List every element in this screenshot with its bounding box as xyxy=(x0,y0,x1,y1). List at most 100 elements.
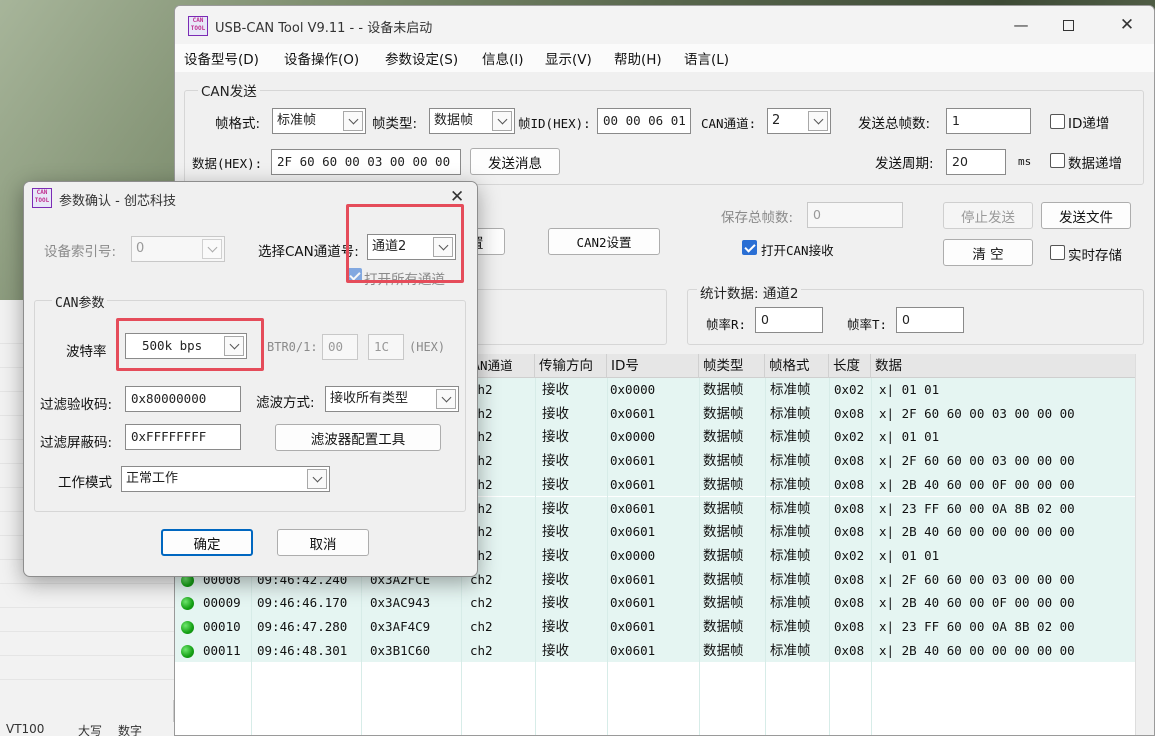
cell-type: 数据帧 xyxy=(703,405,744,422)
cell-data: x| 23 FF 60 00 0A 8B 02 00 xyxy=(879,619,1075,634)
cell-format: 标准帧 xyxy=(770,571,811,588)
cell-channel: ch2 xyxy=(470,642,493,658)
table-scrollbar[interactable] xyxy=(1135,354,1154,735)
cell-format: 标准帧 xyxy=(770,405,811,422)
data-increment-checkbox[interactable] xyxy=(1050,153,1065,168)
col-frame-format[interactable]: 帧格式 xyxy=(765,354,829,378)
data-hex-input[interactable]: 2F 60 60 00 03 00 00 00 xyxy=(271,149,461,175)
realtime-save-checkbox[interactable] xyxy=(1050,245,1065,260)
param-confirm-dialog: CAN TOOL 参数确认 - 创芯科技 ✕ 设备索引号: 0 选择CAN通道号… xyxy=(23,181,478,577)
device-index-select: 0 xyxy=(131,236,225,262)
cell-dir: 接收 xyxy=(542,547,569,564)
cell-type: 数据帧 xyxy=(703,595,744,612)
cell-len: 0x08 xyxy=(834,500,865,516)
cell-stamp: 0x3AF4C9 xyxy=(370,619,431,634)
cell-data: x| 2B 40 60 00 0F 00 00 00 xyxy=(879,476,1075,492)
btr-label: BTR0/1: xyxy=(267,340,318,354)
cell-format: 标准帧 xyxy=(770,500,811,517)
cell-stamp: 0x3B1C60 xyxy=(370,642,431,658)
col-frame-type[interactable]: 帧类型 xyxy=(699,354,765,378)
cell-dir: 接收 xyxy=(542,500,569,517)
cell-id: 0x0601 xyxy=(610,500,656,516)
cell-dir: 接收 xyxy=(542,382,569,398)
can2-settings-button[interactable]: CAN2设置 xyxy=(548,228,660,255)
menu-parameter-settings[interactable]: 参数设定(S) xyxy=(385,48,458,68)
cell-dir: 接收 xyxy=(542,429,569,446)
work-mode-select[interactable]: 正常工作 xyxy=(121,466,330,492)
cancel-button[interactable]: 取消 xyxy=(277,529,369,556)
frame-format-select[interactable]: 标准帧 xyxy=(272,108,366,134)
hex-label: (HEX) xyxy=(409,340,446,354)
select-channel-label: 选择CAN通道号: xyxy=(258,244,359,260)
cell-dir: 接收 xyxy=(542,476,569,493)
menu-device-model[interactable]: 设备型号(D) xyxy=(184,48,259,68)
open-can-receive-checkbox[interactable] xyxy=(742,240,757,255)
cell-id: 0x0000 xyxy=(610,547,656,563)
send-message-button[interactable]: 发送消息 xyxy=(470,148,560,175)
minimize-button[interactable]: — xyxy=(998,6,1044,44)
total-frames-input[interactable]: 1 xyxy=(946,108,1031,134)
cell-format: 标准帧 xyxy=(770,595,811,612)
cell-dir: 接收 xyxy=(542,405,569,422)
menu-device-operation[interactable]: 设备操作(O) xyxy=(284,48,359,68)
id-increment-checkbox[interactable] xyxy=(1050,114,1065,129)
stop-send-button[interactable]: 停止发送 xyxy=(943,202,1033,229)
cell-len: 0x02 xyxy=(834,547,865,563)
cell-type: 数据帧 xyxy=(703,547,744,564)
menu-language[interactable]: 语言(L) xyxy=(684,48,729,68)
filter-mode-select[interactable]: 接收所有类型 xyxy=(325,386,459,412)
cell-type: 数据帧 xyxy=(703,571,744,588)
cell-data: x| 2F 60 60 00 03 00 00 00 xyxy=(879,405,1075,421)
can-channel-select[interactable]: 2 xyxy=(767,108,831,134)
dialog-title: 参数确认 - 创芯科技 xyxy=(59,194,176,209)
main-titlebar: CAN TOOL USB-CAN Tool V9.11 - - 设备未启动 — … xyxy=(175,6,1154,44)
filter-mode-label: 滤波方式: xyxy=(256,395,315,411)
cell-len: 0x08 xyxy=(834,476,865,492)
table-row[interactable]: 00011 09:46:48.301 0x3B1C60 ch2 接收 0x0601 数据帧 标… xyxy=(175,638,1135,663)
cell-channel: ch2 xyxy=(470,619,493,634)
send-file-button[interactable]: 发送文件 xyxy=(1041,202,1131,229)
col-id[interactable]: ID号 xyxy=(607,354,699,378)
cell-id: 0x0601 xyxy=(610,619,656,634)
cell-len: 0x08 xyxy=(834,571,865,587)
status-led-icon xyxy=(181,644,194,658)
total-frames-label: 发送总帧数: xyxy=(858,116,931,132)
chevron-down-icon xyxy=(343,111,363,131)
frame-type-select[interactable]: 数据帧 xyxy=(429,108,515,134)
cell-len: 0x08 xyxy=(834,642,865,658)
menu-display[interactable]: 显示(V) xyxy=(545,48,592,68)
table-row[interactable]: 00009 09:46:46.170 0x3AC943 ch2 接收 0x0601 数据帧 标… xyxy=(175,591,1135,615)
status-caps: 大写 xyxy=(78,724,103,736)
frame-id-input[interactable]: 00 00 06 01 xyxy=(597,108,691,134)
cell-data: x| 2F 60 60 00 03 00 00 00 xyxy=(879,571,1075,587)
cell-data: x| 01 01 xyxy=(879,429,940,445)
close-button[interactable]: ✕ xyxy=(1104,6,1150,44)
cell-id: 0x0601 xyxy=(610,595,656,611)
maximize-button[interactable] xyxy=(1045,6,1091,44)
cell-time: 09:46:46.170 xyxy=(257,595,348,611)
menu-help[interactable]: 帮助(H) xyxy=(614,48,662,68)
menu-info[interactable]: 信息(I) xyxy=(482,48,524,68)
send-period-input[interactable]: 20 xyxy=(946,149,1006,175)
mask-code-input[interactable]: 0xFFFFFFFF xyxy=(125,424,241,450)
cell-format: 标准帧 xyxy=(770,547,811,564)
ok-button[interactable]: 确定 xyxy=(161,529,253,556)
acceptance-code-input[interactable]: 0x80000000 xyxy=(125,386,241,412)
btr0-input: 00 xyxy=(322,334,358,360)
cell-data: x| 23 FF 60 00 0A 8B 02 00 xyxy=(879,500,1075,516)
cell-id: 0x0601 xyxy=(610,642,656,658)
cell-format: 标准帧 xyxy=(770,382,811,398)
filter-config-tool-button[interactable]: 滤波器配置工具 xyxy=(275,424,441,451)
col-length[interactable]: 长度 xyxy=(829,354,871,378)
col-data[interactable]: 数据 xyxy=(871,354,1135,378)
cell-time: 09:46:48.301 xyxy=(257,642,348,658)
close-icon: ✕ xyxy=(1119,15,1135,35)
rate-t-label: 帧率T: xyxy=(847,317,888,332)
clear-button[interactable]: 清 空 xyxy=(943,239,1033,266)
acceptance-code-label: 过滤验收码: xyxy=(40,397,113,413)
table-row[interactable]: 00010 09:46:47.280 0x3AF4C9 ch2 接收 0x0601 数据帧 标… xyxy=(175,615,1135,639)
col-direction[interactable]: 传输方向 xyxy=(535,354,607,378)
frame-format-label: 帧格式: xyxy=(215,116,261,132)
status-terminal: VT100 xyxy=(6,722,45,736)
cell-time: 09:46:47.280 xyxy=(257,619,348,634)
